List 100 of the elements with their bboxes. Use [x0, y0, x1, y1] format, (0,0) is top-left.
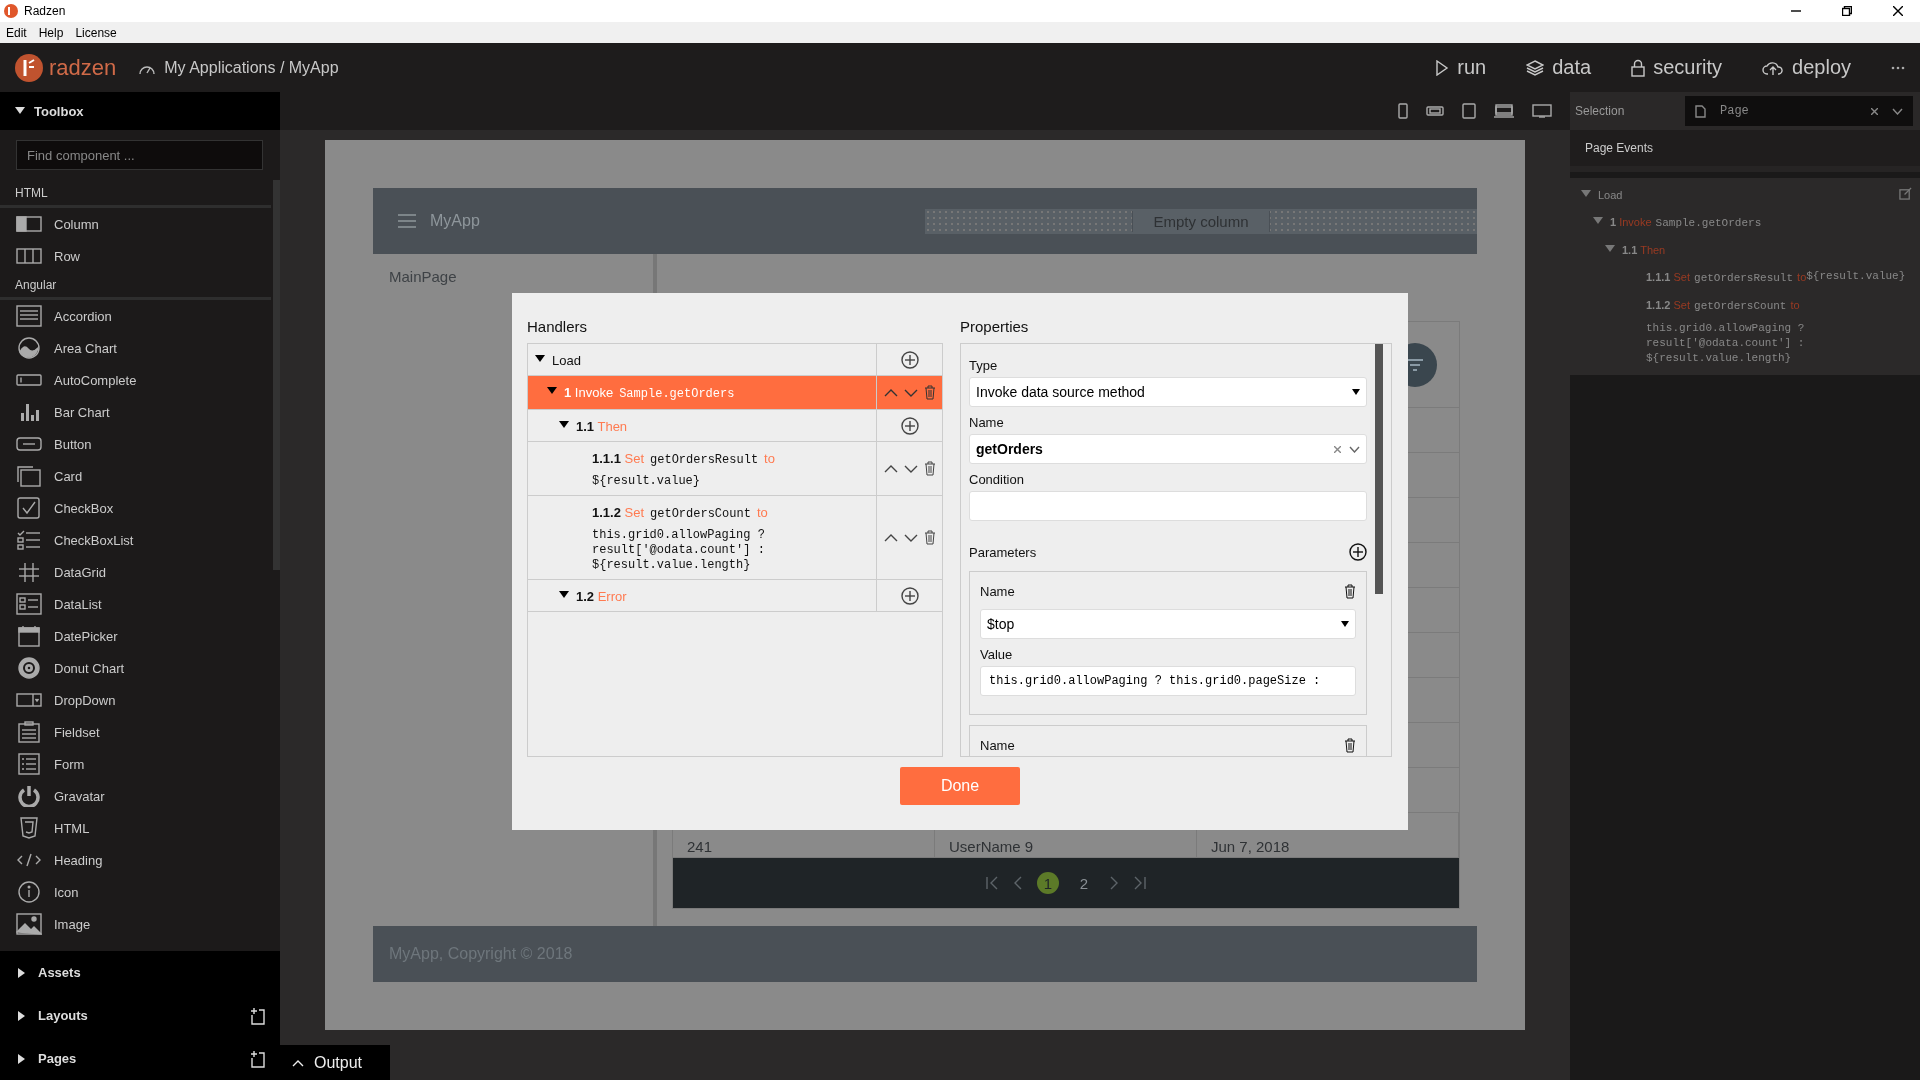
caret-icon[interactable]	[558, 420, 570, 430]
toolbox-item[interactable]: Gravatar	[0, 780, 271, 812]
phone-icon[interactable]	[1398, 103, 1408, 119]
tree-row[interactable]: 1.2 Error	[528, 580, 942, 612]
donut-icon	[16, 657, 42, 679]
menu-item[interactable]: Edit	[6, 25, 27, 40]
new-file-icon[interactable]	[250, 1006, 266, 1025]
toolbox-item[interactable]: DropDown	[0, 684, 271, 716]
brand-name[interactable]: radzen	[49, 54, 117, 81]
caret-icon[interactable]	[534, 354, 546, 364]
previous-icon[interactable]	[1013, 876, 1023, 890]
chevron-down-icon[interactable]	[1892, 107, 1903, 115]
toolbox-item[interactable]: CheckBox	[0, 492, 271, 524]
panel-header[interactable]: Layouts	[0, 994, 280, 1037]
menu-item[interactable]: Help	[38, 25, 64, 40]
layers-icon	[1526, 59, 1545, 76]
add-icon[interactable]	[900, 586, 919, 605]
add-icon[interactable]	[900, 350, 919, 369]
node-label: Load	[552, 352, 581, 369]
scrollbar[interactable]	[273, 180, 280, 570]
toolbox-item[interactable]: Bar Chart	[0, 396, 271, 428]
selection-dropdown[interactable]: Page	[1685, 96, 1913, 126]
toolbox-item[interactable]: HTML	[0, 812, 271, 844]
toolbox-item[interactable]: Button	[0, 428, 271, 460]
nav-button[interactable]: security	[1631, 56, 1723, 79]
panel-header[interactable]: Assets	[0, 951, 280, 994]
trash-icon[interactable]	[1344, 738, 1356, 753]
chevron-up-icon[interactable]	[883, 532, 898, 543]
search-field[interactable]: Find component ...	[16, 140, 263, 170]
panel-header[interactable]: Pages	[0, 1037, 280, 1080]
trash-icon[interactable]	[923, 461, 936, 476]
toolbox-item[interactable]: Icon	[0, 876, 271, 908]
toolbox-header[interactable]: Toolbox	[0, 92, 280, 130]
breadcrumb[interactable]: My Applications / MyApp	[164, 58, 339, 77]
tree-row[interactable]: 1.1.1 Set getOrdersResult to ${result.value}	[528, 442, 942, 496]
field-label: Name	[980, 738, 1015, 753]
chevron-down-icon[interactable]	[1349, 445, 1360, 453]
toolbox-item[interactable]: Image	[0, 908, 271, 940]
chevron-up-icon[interactable]	[883, 387, 898, 398]
add-icon[interactable]	[900, 416, 919, 435]
chevron-down-icon[interactable]	[903, 532, 918, 543]
parameter-select[interactable]: $top	[980, 609, 1356, 639]
toolbox-item[interactable]: Heading	[0, 844, 271, 876]
toolbox-item[interactable]: DataGrid	[0, 556, 271, 588]
caret-icon[interactable]	[17, 1052, 27, 1065]
next-icon[interactable]	[1109, 876, 1119, 890]
output-tab[interactable]: Output	[280, 1045, 390, 1080]
nav-button[interactable]: deploy	[1762, 56, 1851, 79]
toolbox-item[interactable]: Fieldset	[0, 716, 271, 748]
chevron-down-icon[interactable]	[903, 387, 918, 398]
toolbox-item[interactable]: DatePicker	[0, 620, 271, 652]
phone-landscape-icon[interactable]	[1426, 106, 1444, 116]
monitor-icon[interactable]	[1532, 104, 1552, 118]
caret-icon[interactable]	[546, 386, 558, 396]
page-button[interactable]: 2	[1073, 872, 1095, 894]
edit-icon[interactable]	[1899, 187, 1912, 200]
type-select[interactable]: Invoke data source method	[969, 377, 1367, 407]
first-page-icon[interactable]	[985, 876, 999, 890]
new-file-icon[interactable]	[250, 1049, 266, 1068]
toolbox-item[interactable]: Accordion	[0, 300, 271, 332]
clear-icon[interactable]	[1871, 107, 1878, 115]
caret-icon[interactable]	[17, 1009, 27, 1022]
node-label: 1.1 Then	[576, 418, 628, 435]
tablet-icon[interactable]	[1462, 103, 1476, 119]
toolbox-item[interactable]: AutoComplete	[0, 364, 271, 396]
caret-icon[interactable]	[558, 590, 570, 600]
chevron-up-icon[interactable]	[883, 463, 898, 474]
laptop-icon[interactable]	[1494, 104, 1514, 118]
toolbox-item[interactable]: Column	[0, 208, 271, 240]
caret-icon[interactable]	[14, 106, 26, 116]
toolbox-item[interactable]: Card	[0, 460, 271, 492]
caret-icon[interactable]	[17, 966, 27, 979]
toolbox-item[interactable]: Donut Chart	[0, 652, 271, 684]
nav-button[interactable]: run	[1435, 56, 1487, 79]
clear-icon[interactable]	[1334, 445, 1341, 453]
add-icon[interactable]	[1349, 543, 1367, 561]
last-page-icon[interactable]	[1133, 876, 1147, 890]
toolbox-item[interactable]: Area Chart	[0, 332, 271, 364]
value-field[interactable]: this.grid0.allowPaging ? this.grid0.pageSize :	[980, 666, 1356, 696]
tree-row[interactable]: 1.1 Then	[528, 410, 942, 442]
tree-row[interactable]: 1.1.2 Set getOrdersCount to this.grid0.allowPaging ? result['@odata.count'] : ${result.value.length}	[528, 496, 942, 580]
toolbox-item[interactable]: Form	[0, 748, 271, 780]
toolbox-item[interactable]: Row	[0, 240, 271, 272]
row-icon	[16, 245, 42, 267]
nav-button[interactable]: data	[1526, 56, 1592, 79]
lock-icon	[1631, 58, 1646, 77]
condition-field[interactable]	[969, 491, 1367, 521]
trash-icon[interactable]	[923, 530, 936, 545]
trash-icon[interactable]	[1344, 584, 1356, 599]
toolbox-item[interactable]: CheckBoxList	[0, 524, 271, 556]
name-combobox[interactable]: getOrders	[969, 434, 1367, 464]
chevron-down-icon[interactable]	[903, 463, 918, 474]
close-icon[interactable]	[1892, 6, 1903, 16]
section-label: Parameters	[969, 544, 1037, 560]
restore-icon[interactable]	[1841, 6, 1852, 16]
scrollbar[interactable]	[1375, 344, 1383, 594]
menu-item[interactable]: License	[75, 25, 117, 40]
toolbox-item[interactable]: DataList	[0, 588, 271, 620]
more-icon[interactable]	[1891, 65, 1905, 70]
info-icon	[16, 881, 42, 903]
